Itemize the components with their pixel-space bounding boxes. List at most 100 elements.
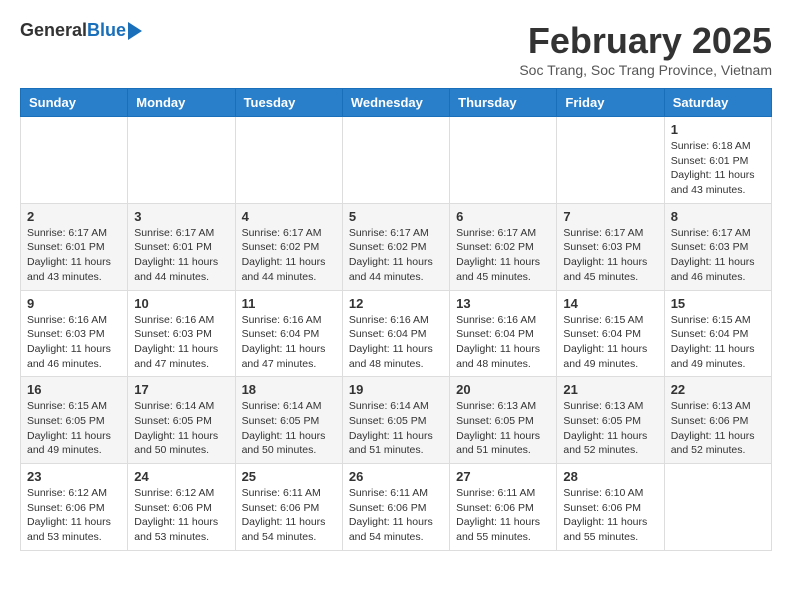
- calendar-cell: 19 Sunrise: 6:14 AM Sunset: 6:05 PM Dayli…: [342, 377, 449, 464]
- calendar-cell: 10 Sunrise: 6:16 AM Sunset: 6:03 PM Dayli…: [128, 290, 235, 377]
- day-info: Sunrise: 6:16 AM Sunset: 6:04 PM Dayligh…: [456, 313, 550, 372]
- day-info: Sunrise: 6:15 AM Sunset: 6:04 PM Dayligh…: [671, 313, 765, 372]
- day-info: Sunrise: 6:16 AM Sunset: 6:04 PM Dayligh…: [349, 313, 443, 372]
- day-number: 4: [242, 209, 336, 224]
- calendar-cell: 1Sunrise: 6:18 AM Sunset: 6:01 PM Daylig…: [664, 117, 771, 204]
- calendar-cell: [128, 117, 235, 204]
- calendar-cell: [342, 117, 449, 204]
- day-number: 27: [456, 469, 550, 484]
- location-subtitle: Soc Trang, Soc Trang Province, Vietnam: [519, 62, 772, 78]
- day-info: Sunrise: 6:15 AM Sunset: 6:04 PM Dayligh…: [563, 313, 657, 372]
- day-number: 11: [242, 296, 336, 311]
- logo: General Blue: [20, 20, 142, 41]
- day-number: 5: [349, 209, 443, 224]
- day-info: Sunrise: 6:10 AM Sunset: 6:06 PM Dayligh…: [563, 486, 657, 545]
- day-info: Sunrise: 6:15 AM Sunset: 6:05 PM Dayligh…: [27, 399, 121, 458]
- week-row-5: 23Sunrise: 6:12 AM Sunset: 6:06 PM Dayli…: [21, 464, 772, 551]
- day-info: Sunrise: 6:17 AM Sunset: 6:03 PM Dayligh…: [563, 226, 657, 285]
- day-number: 14: [563, 296, 657, 311]
- weekday-header-row: SundayMondayTuesdayWednesdayThursdayFrid…: [21, 89, 772, 117]
- calendar-cell: 17 Sunrise: 6:14 AM Sunset: 6:05 PM Dayli…: [128, 377, 235, 464]
- day-number: 26: [349, 469, 443, 484]
- calendar-cell: 14 Sunrise: 6:15 AM Sunset: 6:04 PM Dayli…: [557, 290, 664, 377]
- calendar-cell: 3Sunrise: 6:17 AM Sunset: 6:01 PM Daylig…: [128, 203, 235, 290]
- day-number: 8: [671, 209, 765, 224]
- day-info: Sunrise: 6:17 AM Sunset: 6:03 PM Dayligh…: [671, 226, 765, 285]
- day-info: Sunrise: 6:16 AM Sunset: 6:03 PM Dayligh…: [134, 313, 228, 372]
- weekday-header-tuesday: Tuesday: [235, 89, 342, 117]
- day-info: Sunrise: 6:13 AM Sunset: 6:06 PM Dayligh…: [671, 399, 765, 458]
- calendar-cell: 23Sunrise: 6:12 AM Sunset: 6:06 PM Dayli…: [21, 464, 128, 551]
- day-info: Sunrise: 6:14 AM Sunset: 6:05 PM Dayligh…: [349, 399, 443, 458]
- day-number: 2: [27, 209, 121, 224]
- calendar-cell: [21, 117, 128, 204]
- calendar-cell: [450, 117, 557, 204]
- logo-arrow-icon: [128, 22, 142, 40]
- calendar-cell: 18Sunrise: 6:14 AM Sunset: 6:05 PM Dayli…: [235, 377, 342, 464]
- day-number: 15: [671, 296, 765, 311]
- day-info: Sunrise: 6:11 AM Sunset: 6:06 PM Dayligh…: [349, 486, 443, 545]
- calendar-cell: 22 Sunrise: 6:13 AM Sunset: 6:06 PM Dayli…: [664, 377, 771, 464]
- calendar-cell: 12 Sunrise: 6:16 AM Sunset: 6:04 PM Dayli…: [342, 290, 449, 377]
- week-row-2: 2 Sunrise: 6:17 AM Sunset: 6:01 PM Daylig…: [21, 203, 772, 290]
- logo-general-text: General: [20, 20, 87, 41]
- calendar-cell: 24 Sunrise: 6:12 AM Sunset: 6:06 PM Dayli…: [128, 464, 235, 551]
- week-row-4: 16 Sunrise: 6:15 AM Sunset: 6:05 PM Dayli…: [21, 377, 772, 464]
- day-number: 12: [349, 296, 443, 311]
- day-info: Sunrise: 6:16 AM Sunset: 6:03 PM Dayligh…: [27, 313, 121, 372]
- day-number: 28: [563, 469, 657, 484]
- day-info: Sunrise: 6:11 AM Sunset: 6:06 PM Dayligh…: [456, 486, 550, 545]
- calendar-table: SundayMondayTuesdayWednesdayThursdayFrid…: [20, 88, 772, 551]
- calendar-cell: 5 Sunrise: 6:17 AM Sunset: 6:02 PM Daylig…: [342, 203, 449, 290]
- day-info: Sunrise: 6:12 AM Sunset: 6:06 PM Dayligh…: [27, 486, 121, 545]
- day-number: 10: [134, 296, 228, 311]
- calendar-cell: [557, 117, 664, 204]
- calendar-cell: 25Sunrise: 6:11 AM Sunset: 6:06 PM Dayli…: [235, 464, 342, 551]
- week-row-3: 9Sunrise: 6:16 AM Sunset: 6:03 PM Daylig…: [21, 290, 772, 377]
- day-info: Sunrise: 6:17 AM Sunset: 6:01 PM Dayligh…: [27, 226, 121, 285]
- day-number: 13: [456, 296, 550, 311]
- calendar-cell: 16 Sunrise: 6:15 AM Sunset: 6:05 PM Dayli…: [21, 377, 128, 464]
- day-info: Sunrise: 6:16 AM Sunset: 6:04 PM Dayligh…: [242, 313, 336, 372]
- weekday-header-friday: Friday: [557, 89, 664, 117]
- day-info: Sunrise: 6:17 AM Sunset: 6:01 PM Dayligh…: [134, 226, 228, 285]
- calendar-cell: [235, 117, 342, 204]
- weekday-header-monday: Monday: [128, 89, 235, 117]
- day-info: Sunrise: 6:14 AM Sunset: 6:05 PM Dayligh…: [134, 399, 228, 458]
- weekday-header-sunday: Sunday: [21, 89, 128, 117]
- day-number: 17: [134, 382, 228, 397]
- month-title: February 2025: [519, 20, 772, 62]
- logo-blue-text: Blue: [87, 20, 126, 41]
- calendar-cell: 20 Sunrise: 6:13 AM Sunset: 6:05 PM Dayli…: [450, 377, 557, 464]
- day-info: Sunrise: 6:13 AM Sunset: 6:05 PM Dayligh…: [563, 399, 657, 458]
- day-info: Sunrise: 6:13 AM Sunset: 6:05 PM Dayligh…: [456, 399, 550, 458]
- day-number: 20: [456, 382, 550, 397]
- weekday-header-saturday: Saturday: [664, 89, 771, 117]
- week-row-1: 1Sunrise: 6:18 AM Sunset: 6:01 PM Daylig…: [21, 117, 772, 204]
- day-info: Sunrise: 6:14 AM Sunset: 6:05 PM Dayligh…: [242, 399, 336, 458]
- day-number: 16: [27, 382, 121, 397]
- day-number: 22: [671, 382, 765, 397]
- day-number: 24: [134, 469, 228, 484]
- day-info: Sunrise: 6:17 AM Sunset: 6:02 PM Dayligh…: [242, 226, 336, 285]
- title-area: February 2025 Soc Trang, Soc Trang Provi…: [519, 20, 772, 78]
- day-number: 25: [242, 469, 336, 484]
- day-info: Sunrise: 6:17 AM Sunset: 6:02 PM Dayligh…: [349, 226, 443, 285]
- calendar-cell: 2 Sunrise: 6:17 AM Sunset: 6:01 PM Daylig…: [21, 203, 128, 290]
- calendar-cell: 6Sunrise: 6:17 AM Sunset: 6:02 PM Daylig…: [450, 203, 557, 290]
- calendar-cell: 15 Sunrise: 6:15 AM Sunset: 6:04 PM Dayli…: [664, 290, 771, 377]
- calendar-cell: 7 Sunrise: 6:17 AM Sunset: 6:03 PM Daylig…: [557, 203, 664, 290]
- calendar-cell: 27 Sunrise: 6:11 AM Sunset: 6:06 PM Dayli…: [450, 464, 557, 551]
- weekday-header-thursday: Thursday: [450, 89, 557, 117]
- day-number: 19: [349, 382, 443, 397]
- day-info: Sunrise: 6:12 AM Sunset: 6:06 PM Dayligh…: [134, 486, 228, 545]
- calendar-cell: 21Sunrise: 6:13 AM Sunset: 6:05 PM Dayli…: [557, 377, 664, 464]
- day-number: 7: [563, 209, 657, 224]
- calendar-cell: 4 Sunrise: 6:17 AM Sunset: 6:02 PM Daylig…: [235, 203, 342, 290]
- page-header: General Blue February 2025 Soc Trang, So…: [20, 20, 772, 78]
- calendar-cell: 28 Sunrise: 6:10 AM Sunset: 6:06 PM Dayli…: [557, 464, 664, 551]
- day-number: 1: [671, 122, 765, 137]
- calendar-cell: 11 Sunrise: 6:16 AM Sunset: 6:04 PM Dayli…: [235, 290, 342, 377]
- calendar-cell: 9Sunrise: 6:16 AM Sunset: 6:03 PM Daylig…: [21, 290, 128, 377]
- calendar-cell: 13 Sunrise: 6:16 AM Sunset: 6:04 PM Dayli…: [450, 290, 557, 377]
